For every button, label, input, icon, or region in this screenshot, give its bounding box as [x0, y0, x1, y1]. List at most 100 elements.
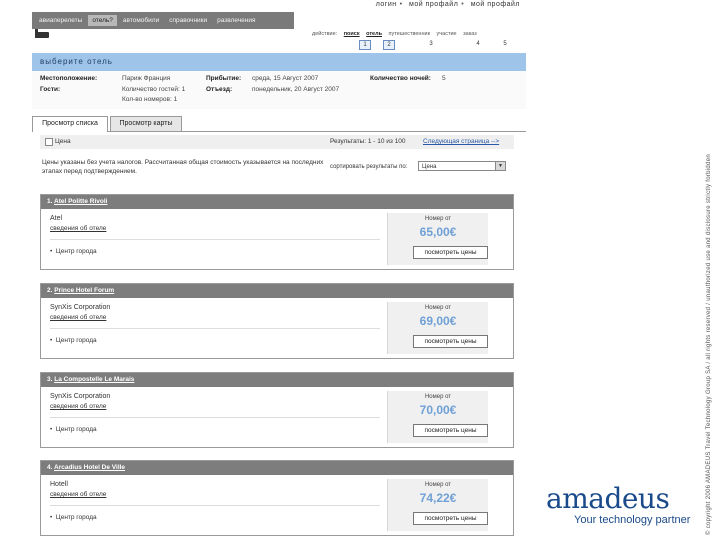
arrival-value: среда, 15 Август 2007 — [252, 75, 319, 82]
hotel-price: 74,22€ — [419, 491, 457, 505]
hotel-price: 70,00€ — [419, 403, 457, 417]
sort-label: сортировать результаты по: — [330, 164, 408, 170]
hotel-name-link[interactable]: Arcadius Hotel De Ville — [54, 464, 125, 471]
hotel-number: 2. — [47, 287, 53, 294]
price-box: Номер от 74,22€ посмотреть цены — [387, 479, 488, 531]
logo-wordmark: amadeus — [546, 482, 670, 515]
hotel-location-text: Центр города — [55, 426, 97, 433]
step-number: 5 — [503, 41, 507, 47]
view-prices-button[interactable]: посмотреть цены — [413, 335, 488, 348]
price-from-label: Номер от — [424, 482, 452, 488]
hotel-location-text: Центр города — [55, 514, 97, 521]
progress-steps: действие: поиск отель путешественник уча… — [312, 31, 482, 37]
location-value: Париж Франция — [122, 75, 171, 82]
hotel-card-header: 1. Atel Politte Rivoli — [41, 195, 513, 209]
divider — [50, 505, 380, 506]
view-prices-button[interactable]: посмотреть цены — [413, 246, 488, 259]
tab-entertainment[interactable]: развлечения — [213, 15, 259, 26]
separator: • — [461, 1, 465, 8]
search-summary: Местоположение: Париж Франция Гости: Кол… — [32, 71, 526, 109]
hotel-chain: SynXis Corporation — [50, 304, 111, 311]
location-label: Местоположение: — [40, 75, 98, 82]
hotel-card: 2. Prince Hotel Forum SynXis Corporation… — [40, 283, 514, 359]
view-prices-button[interactable]: посмотреть цены — [413, 512, 488, 525]
hotel-location-text: Центр города — [55, 337, 97, 344]
tab-flights[interactable]: авиаперелеты — [35, 15, 86, 26]
tab-cars[interactable]: автомобили — [119, 15, 163, 26]
price-from-label: Номер от — [424, 216, 452, 222]
nights-value: 5 — [442, 75, 446, 82]
price-box: Номер от 69,00€ посмотреть цены — [387, 302, 488, 354]
app-screenshot: логин • мой профайл • мой профайл авиапере… — [30, 0, 526, 540]
hotel-name-link[interactable]: Prince Hotel Forum — [54, 287, 114, 294]
profile-link-2[interactable]: мой профайл — [471, 1, 520, 8]
hotel-details-link[interactable]: сведения об отеле — [50, 225, 106, 232]
results-count: Результаты: 1 - 10 из 100 — [330, 138, 406, 145]
profile-link[interactable]: мой профайл — [409, 1, 458, 8]
separator: • — [399, 1, 403, 8]
price-note: Цены указаны без учета налогов. Рассчита… — [42, 159, 324, 175]
hotel-card: 3. La Compostelle Le Marais SynXis Corpo… — [40, 372, 514, 448]
sort-value: Цена — [422, 164, 437, 170]
select-checkbox[interactable] — [45, 138, 53, 146]
hotel-number: 1. — [47, 198, 53, 205]
price-from-label: Номер от — [424, 394, 452, 400]
hotel-details-link[interactable]: сведения об отеле — [50, 491, 106, 498]
hotel-card: 4. Arcadius Hotel De Ville Hotell сведен… — [40, 460, 514, 536]
tab-map-view[interactable]: Просмотр карты — [110, 116, 182, 131]
step-participation: участие — [436, 31, 457, 37]
next-page-link[interactable]: Следующая страница --> — [423, 138, 499, 145]
price-box: Номер от 65,00€ посмотреть цены — [387, 213, 488, 265]
hotel-card-header: 4. Arcadius Hotel De Ville — [41, 461, 513, 475]
hotel-price: 69,00€ — [419, 314, 457, 328]
hotel-details-link[interactable]: сведения об отеле — [50, 403, 106, 410]
chevron-down-icon[interactable]: ▼ — [495, 162, 505, 170]
hotel-location: • Центр города — [50, 426, 97, 433]
divider — [50, 417, 380, 418]
tab-reference[interactable]: справочники — [165, 15, 211, 26]
step-label: действие: — [312, 31, 338, 37]
guests-label: Гости: — [40, 86, 61, 93]
step-traveller: путешественник — [388, 31, 430, 37]
departure-label: Отъезд: — [206, 86, 233, 93]
step-search[interactable]: поиск — [344, 31, 360, 37]
departure-value: понедельник, 20 Август 2007 — [252, 86, 340, 93]
copyright-notice: © copyright 2006 AMADEUS Travel Technolo… — [706, 154, 712, 535]
hotel-location: • Центр города — [50, 337, 97, 344]
page-title: выберите отель — [40, 57, 113, 66]
divider — [50, 328, 380, 329]
step-number: 3 — [429, 41, 433, 47]
top-links: логин • мой профайл • мой профайл — [372, 1, 520, 8]
divider — [50, 239, 380, 240]
view-tabs: Просмотр списка Просмотр карты — [32, 115, 526, 132]
hotel-card-header: 3. La Compostelle Le Marais — [41, 373, 513, 387]
page-title-band: выберите отель — [32, 53, 526, 71]
hotel-details-link[interactable]: сведения об отеле — [50, 314, 106, 321]
hotel-card: 1. Atel Politte Rivoli Atel сведения об … — [40, 194, 514, 270]
guests-value: Количество гостей: 1 — [122, 86, 186, 93]
tab-hotel[interactable]: отель? — [88, 15, 117, 26]
booking-progress: действие: поиск отель путешественник уча… — [32, 29, 520, 55]
hotel-price: 65,00€ — [419, 225, 457, 239]
arrival-label: Прибытие: — [206, 75, 242, 82]
hotel-name-link[interactable]: La Compostelle Le Marais — [54, 376, 134, 383]
hotel-location: • Центр города — [50, 248, 97, 255]
step-number[interactable]: 1 — [359, 40, 371, 50]
sort-select[interactable]: Цена ▼ — [418, 161, 506, 171]
hotel-number: 4. — [47, 464, 53, 471]
step-hotel[interactable]: отель — [366, 31, 382, 37]
hotel-chain: Hotell — [50, 481, 68, 488]
nights-label: Количество ночей: — [370, 75, 431, 82]
view-prices-button[interactable]: посмотреть цены — [413, 424, 488, 437]
hotel-location: • Центр города — [50, 514, 97, 521]
hotel-location-text: Центр города — [55, 248, 97, 255]
step-number[interactable]: 2 — [383, 40, 395, 50]
hotel-name-link[interactable]: Atel Politte Rivoli — [54, 198, 107, 205]
step-order: заказ — [463, 31, 477, 37]
price-from-label: Номер от — [424, 305, 452, 311]
tab-list-view[interactable]: Просмотр списка — [32, 116, 108, 132]
main-nav: авиаперелеты отель? автомобили справочни… — [32, 12, 294, 29]
hotel-number: 3. — [47, 376, 53, 383]
price-box: Номер от 70,00€ посмотреть цены — [387, 391, 488, 443]
login-link[interactable]: логин — [376, 1, 397, 8]
